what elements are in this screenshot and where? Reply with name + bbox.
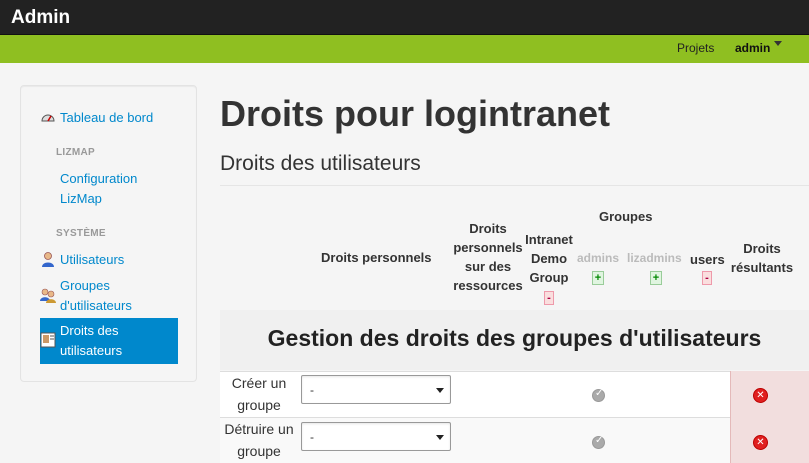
sidebar-item-dashboard[interactable]: Tableau de bord <box>60 108 153 128</box>
col-header-lizadmins: lizadmins <box>627 251 682 265</box>
sidebar-header-lizmap: LIZMAP <box>56 147 96 158</box>
chevron-down-icon[interactable] <box>774 41 782 46</box>
col-header-personal-resources: Droits personnels sur des ressources <box>453 221 523 293</box>
section-title: Gestion des droits des groupes d'utilisa… <box>267 325 762 351</box>
top-navbar: Admin <box>0 0 809 35</box>
user-group-icon <box>40 288 56 303</box>
sidebar-item-label: Droits des utilisateurs <box>60 323 123 358</box>
deny-icon: ✕ <box>753 388 768 403</box>
right-select[interactable]: - <box>301 422 451 451</box>
row-label: Détruire un groupe <box>224 421 294 459</box>
brand[interactable]: Admin <box>11 7 70 29</box>
check-icon <box>592 388 605 402</box>
col-header-admins: admins <box>577 251 620 265</box>
sidebar-item-configuration[interactable]: Configuration LizMap <box>60 169 170 209</box>
sidebar: Tableau de bord LIZMAP Configuration Liz… <box>20 85 197 382</box>
sidebar-item-users[interactable]: Utilisateurs <box>60 250 124 270</box>
chevron-down-icon <box>436 388 444 393</box>
col-header-result: Droits résultants <box>730 241 794 275</box>
right-select[interactable]: - <box>301 375 451 404</box>
page-title: Droits pour logintranet <box>220 93 610 134</box>
col-header-intranet-group: Intranet Demo Group <box>525 232 573 285</box>
remove-users-group-button[interactable]: - <box>702 271 712 285</box>
user-icon <box>42 252 54 267</box>
add-lizadmins-group-button[interactable]: + <box>650 271 662 285</box>
dashboard-icon <box>41 114 55 122</box>
divider <box>220 185 809 186</box>
col-header-groups: Groupes <box>599 209 653 224</box>
add-admins-group-button[interactable]: + <box>592 271 604 285</box>
chevron-down-icon <box>436 435 444 440</box>
sidebar-item-user-groups[interactable]: Groupes d'utilisateurs <box>60 276 170 316</box>
sidebar-item-user-rights[interactable]: Droits des utilisateurs <box>40 318 178 364</box>
rights-icon <box>40 332 56 348</box>
remove-group-button[interactable]: - <box>544 291 554 305</box>
sidebar-header-system: SYSTÈME <box>56 228 106 239</box>
result-cell <box>730 371 809 417</box>
col-header-personal: Droits personnels <box>321 250 432 265</box>
col-header-users: users <box>690 252 725 267</box>
check-icon <box>592 435 605 449</box>
deny-icon: ✕ <box>753 435 768 450</box>
result-cell <box>730 417 809 463</box>
nav-projects-link[interactable]: Projets <box>677 41 714 55</box>
user-menu[interactable]: admin <box>735 41 770 55</box>
row-label: Créer un groupe <box>231 375 287 413</box>
page-subtitle: Droits des utilisateurs <box>220 152 421 175</box>
